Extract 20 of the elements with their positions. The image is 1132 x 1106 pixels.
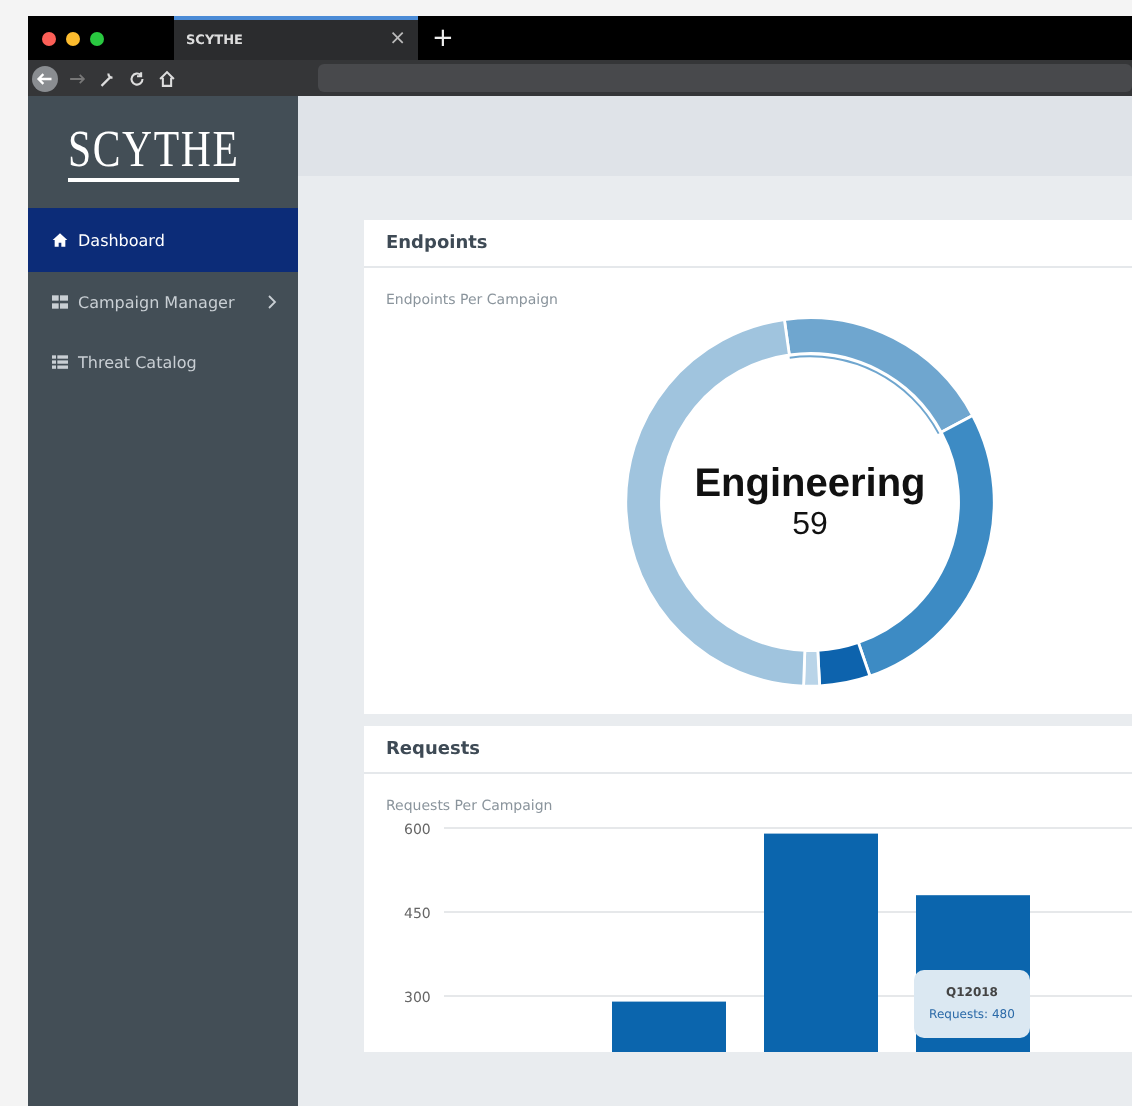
home-icon[interactable] xyxy=(156,67,178,89)
nav-item[interactable]: Dashboard xyxy=(28,208,298,272)
nav-item[interactable]: Campaign Manager xyxy=(28,272,298,332)
logo[interactable]: SCYTHE xyxy=(68,122,240,182)
card-title: Endpoints xyxy=(386,233,488,253)
back-icon[interactable] xyxy=(32,65,58,91)
close-tab-button[interactable]: × xyxy=(389,30,406,50)
close-window-icon[interactable] xyxy=(42,31,56,45)
nav-item[interactable]: Threat Catalog xyxy=(28,332,298,392)
maximize-window-icon[interactable] xyxy=(90,31,104,45)
list-icon xyxy=(52,354,68,370)
grid-icon xyxy=(52,294,68,310)
reload-icon[interactable] xyxy=(126,67,148,89)
card-title: Requests xyxy=(386,739,481,759)
minimize-window-icon[interactable] xyxy=(66,31,80,45)
donut-slice[interactable] xyxy=(816,641,872,688)
center-label: Engineering xyxy=(694,461,926,507)
new-tab-button[interactable]: + xyxy=(432,25,454,51)
center-value: 59 xyxy=(792,507,828,543)
home-icon xyxy=(52,232,68,248)
